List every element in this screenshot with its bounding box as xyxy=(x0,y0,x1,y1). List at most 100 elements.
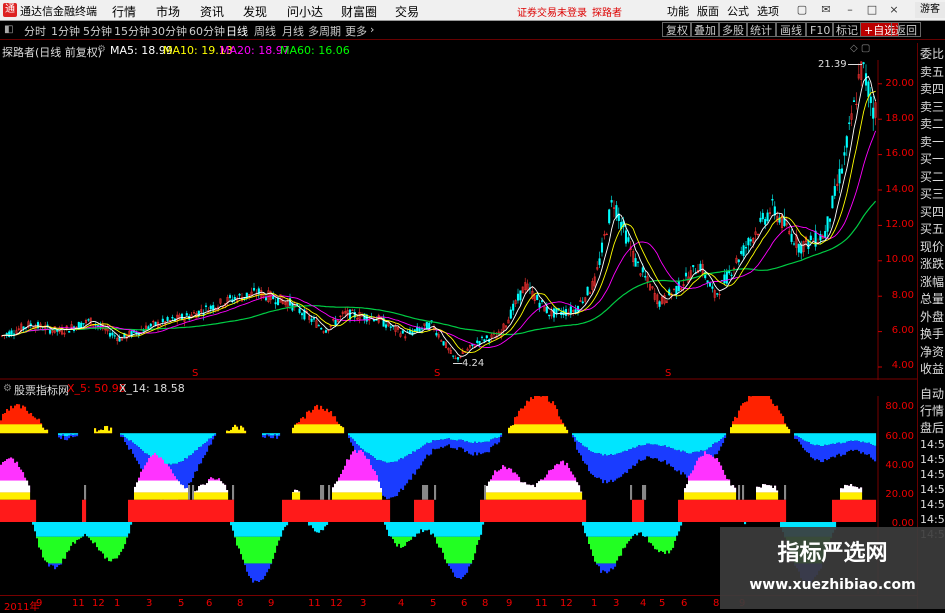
period-1min[interactable]: 1分钟 xyxy=(51,23,80,39)
btn-back[interactable]: 返回 xyxy=(891,22,921,37)
indicator-bar xyxy=(756,487,758,493)
indicator-bar xyxy=(426,443,428,455)
indicator-bar xyxy=(652,537,654,546)
indicator-bar xyxy=(608,455,610,482)
candle-body xyxy=(443,341,445,345)
sidebar-item[interactable]: 买一 xyxy=(920,151,945,167)
btn-restore-rights[interactable]: 复权 xyxy=(662,22,692,37)
sidebar-item[interactable]: 换手 xyxy=(920,326,945,342)
indicator-bar xyxy=(636,500,638,522)
period-60min[interactable]: 60分钟 xyxy=(189,23,225,39)
candle-body xyxy=(728,271,730,273)
menu-ask[interactable]: 问小达 xyxy=(287,3,323,20)
mail-icon[interactable]: ✉ xyxy=(818,2,834,17)
indicator-bar xyxy=(270,522,272,537)
menu-toggle-icon[interactable]: ◧ xyxy=(4,24,16,36)
menu-news[interactable]: 资讯 xyxy=(200,3,224,20)
menu-options[interactable]: 选项 xyxy=(757,3,779,19)
sidebar-item[interactable]: 总量 xyxy=(920,291,945,307)
sidebar-item[interactable]: 买四 xyxy=(920,204,945,220)
indicator-bar xyxy=(692,500,694,522)
period-monthly[interactable]: 月线 xyxy=(282,23,304,39)
menu-discover[interactable]: 发现 xyxy=(243,3,267,20)
menu-market[interactable]: 市场 xyxy=(156,3,180,20)
btn-multi-stock[interactable]: 多股 xyxy=(718,22,748,37)
indicator-bar xyxy=(470,563,472,564)
indicator-bar xyxy=(740,424,742,433)
minimize-icon[interactable]: – xyxy=(842,2,858,17)
price-chart[interactable] xyxy=(0,40,917,380)
sidebar-item[interactable]: 净资 xyxy=(920,344,945,360)
indicator-bar xyxy=(416,449,418,469)
menu-trade[interactable]: 交易 xyxy=(395,3,419,20)
indicator-bar xyxy=(182,485,184,492)
period-weekly[interactable]: 周线 xyxy=(254,23,276,39)
sidebar-item[interactable]: 委比 xyxy=(920,46,945,62)
indicator-bar xyxy=(562,481,564,493)
btn-mark[interactable]: 标记 xyxy=(832,22,862,37)
sidebar-item[interactable]: 涨幅 xyxy=(920,274,945,290)
menu-wealth[interactable]: 财富圈 xyxy=(341,3,377,20)
indicator-bar xyxy=(136,433,138,445)
indicator-bar xyxy=(240,537,242,554)
indicator-bar xyxy=(96,432,98,434)
indicator-bar xyxy=(184,433,186,458)
indicator-bar xyxy=(730,486,732,493)
guest-button[interactable]: 游客 xyxy=(915,2,945,18)
candle-body xyxy=(548,315,550,316)
indicator-bar xyxy=(204,492,206,499)
login-warning[interactable]: 证券交易未登录 xyxy=(517,4,587,19)
indicator-bar xyxy=(418,449,420,468)
sidebar-item[interactable]: 卖四 xyxy=(920,81,945,97)
close-icon[interactable]: × xyxy=(886,2,902,17)
menu-function[interactable]: 功能 xyxy=(667,3,689,19)
indicator-bar xyxy=(506,492,508,499)
indicator-bar xyxy=(758,487,760,492)
btn-f10[interactable]: F10 xyxy=(806,22,834,37)
sidebar-mode-item[interactable]: 盘后 xyxy=(920,420,945,436)
sidebar-item[interactable]: 卖五 xyxy=(920,64,945,80)
indicator-bar xyxy=(628,537,630,541)
btn-overlay[interactable]: 叠加 xyxy=(690,22,720,37)
sidebar-item[interactable]: 卖二 xyxy=(920,116,945,132)
sidebar-mode-item[interactable]: 自动 xyxy=(920,386,945,402)
indicator-bar xyxy=(28,500,30,522)
menu-layout[interactable]: 版面 xyxy=(697,3,719,19)
indicator-bar xyxy=(230,522,232,525)
sidebar-item[interactable]: 买三 xyxy=(920,186,945,202)
menu-quotes[interactable]: 行情 xyxy=(112,3,136,20)
sidebar-item[interactable]: 买二 xyxy=(920,169,945,185)
period-15min[interactable]: 15分钟 xyxy=(114,23,150,39)
event-marker-s[interactable]: S xyxy=(192,368,198,379)
period-multi[interactable]: 多周期 xyxy=(308,23,341,39)
period-intraday[interactable]: 分时 xyxy=(24,23,46,39)
sidebar-item[interactable]: 卖三 xyxy=(920,99,945,115)
event-marker-s[interactable]: S xyxy=(434,368,440,379)
sidebar-item[interactable]: 外盘 xyxy=(920,309,945,325)
event-marker-s[interactable]: S xyxy=(665,368,671,379)
period-5min[interactable]: 5分钟 xyxy=(83,23,112,39)
period-more-arrow-icon[interactable]: › xyxy=(370,23,374,36)
indicator-settings-icon[interactable]: ⚙ xyxy=(3,383,12,394)
indicator-bar xyxy=(852,500,854,522)
indicator-bar xyxy=(804,433,806,441)
sidebar-item[interactable]: 涨跌 xyxy=(920,256,945,272)
menu-formula[interactable]: 公式 xyxy=(727,3,749,19)
sidebar-item[interactable]: 收益 xyxy=(920,361,945,377)
sidebar-item[interactable]: 买五 xyxy=(920,221,945,237)
period-daily[interactable]: 日线 xyxy=(226,23,248,39)
sidebar-item[interactable]: 现价 xyxy=(920,239,945,255)
skin-icon[interactable]: ▢ xyxy=(794,2,810,17)
btn-draw-line[interactable]: 画线 xyxy=(776,22,806,37)
maximize-icon[interactable]: □ xyxy=(864,2,880,17)
btn-statistics[interactable]: 统计 xyxy=(746,22,776,37)
indicator-bar xyxy=(134,487,136,492)
indicator-bar xyxy=(644,522,646,537)
sidebar-item[interactable]: 卖一 xyxy=(920,134,945,150)
candle-body xyxy=(793,244,795,245)
indicator-bar xyxy=(738,424,740,433)
period-30min[interactable]: 30分钟 xyxy=(151,23,187,39)
login-user[interactable]: 探路者 xyxy=(592,4,622,19)
sidebar-mode-item[interactable]: 行情 xyxy=(920,403,945,419)
period-more[interactable]: 更多 xyxy=(345,23,367,39)
